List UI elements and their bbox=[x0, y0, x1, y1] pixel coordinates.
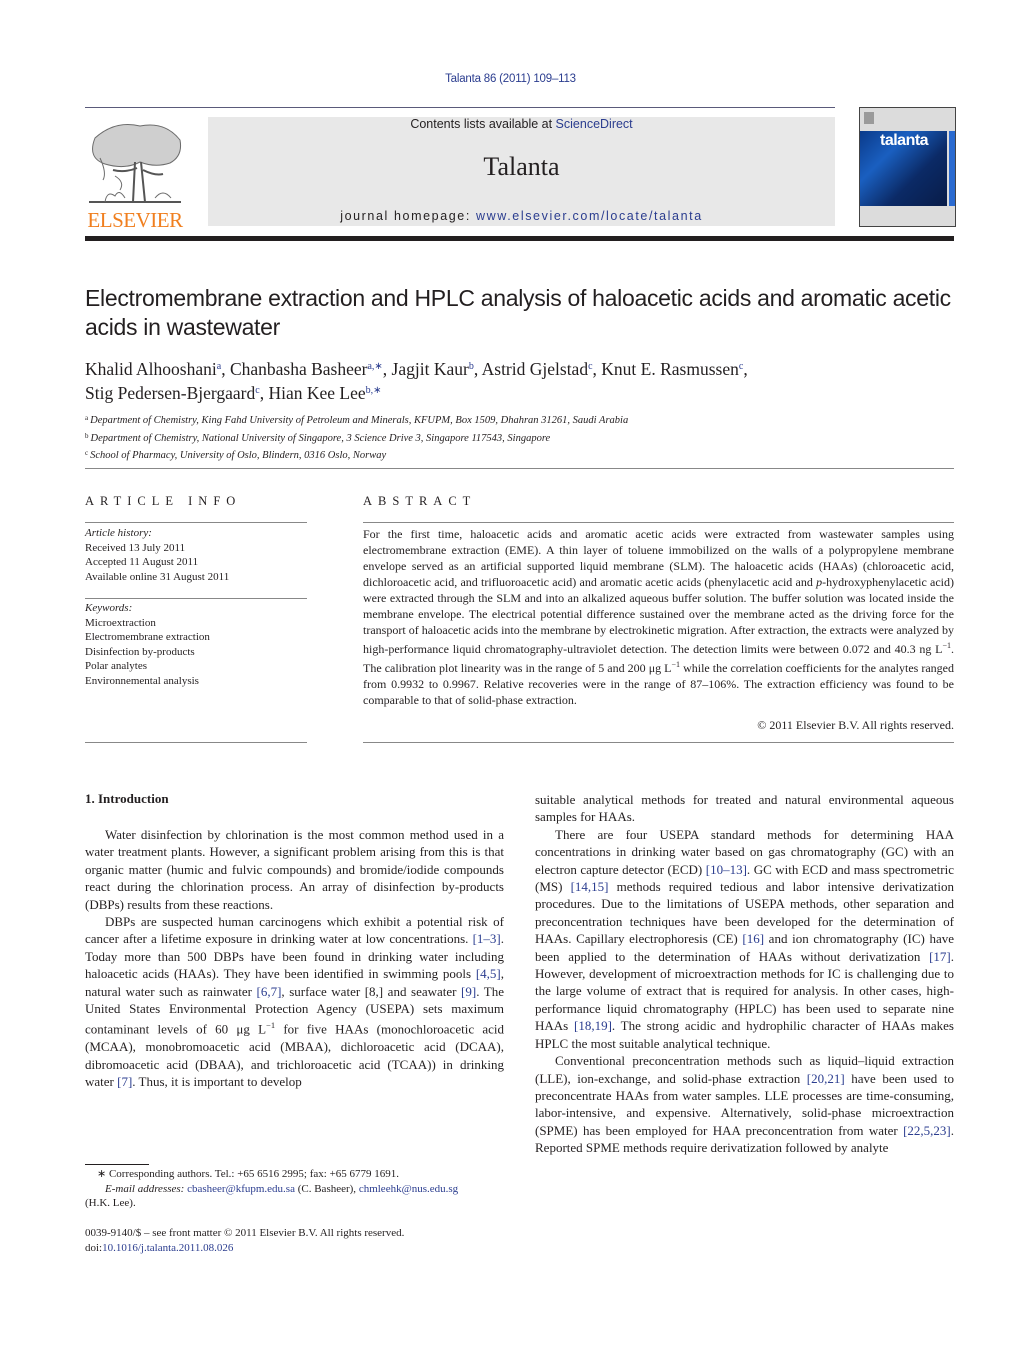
author[interactable]: Stig Pedersen-Bjergaard bbox=[85, 383, 255, 403]
author-affil-sup[interactable]: c bbox=[588, 361, 592, 372]
article-title: Electromembrane extraction and HPLC anal… bbox=[85, 285, 951, 340]
affiliation-rule bbox=[85, 468, 954, 469]
history-item: Available online 31 August 2011 bbox=[85, 570, 230, 583]
journal-cover-image: talanta bbox=[859, 107, 956, 227]
author[interactable]: Chanbasha Basheer bbox=[230, 359, 368, 379]
article-history: Article history: Received 13 July 2011 A… bbox=[85, 526, 307, 584]
citation-link[interactable]: [1–3] bbox=[473, 931, 501, 946]
cover-title: talanta bbox=[880, 132, 929, 149]
email-link[interactable]: chmleehk@nus.edu.sg bbox=[359, 1183, 458, 1195]
citation-link[interactable]: [7] bbox=[117, 1074, 132, 1089]
citation-link[interactable]: [22,5,23] bbox=[903, 1123, 951, 1138]
journal-reference[interactable]: Talanta 86 (2011) 109–113 bbox=[0, 73, 1021, 85]
citation-link[interactable]: [4,5] bbox=[476, 966, 501, 981]
keyword: Polar analytes bbox=[85, 660, 148, 672]
keyword: Environnemental analysis bbox=[85, 674, 199, 687]
citation-link[interactable]: [9] bbox=[461, 984, 476, 999]
divider bbox=[85, 598, 307, 599]
footnote-rule bbox=[85, 1164, 149, 1165]
article-info-heading: ARTICLE INFO bbox=[85, 494, 242, 508]
doi-link[interactable]: 10.1016/j.talanta.2011.08.026 bbox=[102, 1242, 233, 1254]
affiliation: c School of Pharmacy, University of Oslo,… bbox=[85, 446, 965, 464]
citation-link[interactable]: [17] bbox=[929, 949, 951, 964]
author-affil-sup[interactable]: c bbox=[255, 385, 259, 396]
author-list: Khalid Alhooshania, Chanbasha Basheera,∗… bbox=[85, 359, 748, 403]
abstract-text: For the first time, haloacetic acids and… bbox=[363, 526, 954, 708]
author-affil-sup[interactable]: a,∗ bbox=[367, 361, 382, 372]
superscript: −1 bbox=[942, 641, 951, 650]
corresponding-author-note: ∗ Corresponding authors. Tel.: +65 6516 … bbox=[97, 1168, 400, 1180]
affiliation-key: c bbox=[85, 449, 89, 457]
author[interactable]: Hian Kee Lee bbox=[268, 383, 365, 403]
divider bbox=[363, 522, 954, 523]
cover-band-edge bbox=[947, 131, 955, 206]
elsevier-wordmark: ELSEVIER bbox=[87, 208, 183, 232]
citation-link[interactable]: [14,15] bbox=[571, 879, 609, 894]
sciencedirect-link[interactable]: ScienceDirect bbox=[556, 117, 633, 131]
email-link[interactable]: cbasheer@kfupm.edu.sa bbox=[187, 1183, 295, 1195]
divider bbox=[363, 742, 954, 743]
author-affil-sup[interactable]: b bbox=[469, 361, 474, 372]
issn-line: 0039-9140/$ – see front matter © 2011 El… bbox=[85, 1227, 405, 1239]
affiliation-text: School of Pharmacy, University of Oslo, … bbox=[90, 450, 387, 461]
author[interactable]: Khalid Alhooshani bbox=[85, 359, 217, 379]
affiliation: a Department of Chemistry, King Fahd Univ… bbox=[85, 411, 965, 429]
affiliation-text: Department of Chemistry, King Fahd Unive… bbox=[90, 415, 629, 426]
affiliation-key: b bbox=[85, 431, 89, 440]
homepage-prefix: journal homepage: bbox=[340, 209, 477, 223]
homepage-link[interactable]: www.elsevier.com/locate/talanta bbox=[476, 209, 703, 223]
author[interactable]: Astrid Gjelstad bbox=[482, 359, 588, 379]
paragraph: suitable analytical methods for treated … bbox=[535, 792, 954, 825]
author-affil-sup[interactable]: c bbox=[739, 361, 743, 372]
contents-line: Contents lists available at ScienceDirec… bbox=[208, 117, 835, 131]
header-thick-rule bbox=[85, 236, 954, 241]
citation-link[interactable]: [20,21] bbox=[807, 1071, 845, 1086]
keyword: Microextraction bbox=[85, 616, 156, 629]
author-affil-sup[interactable]: b,∗ bbox=[366, 385, 382, 396]
citation-link[interactable]: [16] bbox=[742, 931, 764, 946]
paragraph: There are four USEPA standard methods fo… bbox=[535, 826, 955, 1051]
history-item: Accepted 11 August 2011 bbox=[85, 556, 199, 568]
divider bbox=[85, 742, 307, 743]
issn-block: 0039-9140/$ – see front matter © 2011 El… bbox=[85, 1226, 504, 1256]
cover-logo-icon bbox=[864, 112, 874, 124]
section-heading-introduction: 1. Introduction bbox=[85, 791, 169, 806]
abstract-copyright: © 2011 Elsevier B.V. All rights reserved… bbox=[757, 718, 954, 732]
header-rule bbox=[85, 107, 835, 108]
history-label: Article history: bbox=[85, 527, 152, 539]
paragraph: Conventional preconcentration methods su… bbox=[535, 1053, 954, 1156]
history-item: Received 13 July 2011 bbox=[85, 541, 186, 554]
contents-prefix: Contents lists available at bbox=[410, 117, 556, 131]
doi-line: doi:10.1016/j.talanta.2011.08.026 bbox=[85, 1241, 504, 1256]
affiliations: a Department of Chemistry, King Fahd Univ… bbox=[85, 411, 965, 464]
keyword: Disinfection by-products bbox=[85, 645, 195, 658]
affiliation: b Department of Chemistry, National Unive… bbox=[85, 429, 965, 447]
keyword: Electromembrane extraction bbox=[85, 631, 210, 643]
paragraph: Water disinfection by chlorination is th… bbox=[85, 827, 504, 912]
author-affil-sup[interactable]: a bbox=[217, 361, 221, 372]
footnotes: ∗ Corresponding authors. Tel.: +65 6516 … bbox=[85, 1167, 504, 1211]
body-column-left: Water disinfection by chlorination is th… bbox=[85, 826, 504, 1090]
citation-link[interactable]: [6,7] bbox=[256, 984, 281, 999]
author[interactable]: Jagjit Kaur bbox=[392, 359, 469, 379]
affiliation-text: Department of Chemistry, National Univer… bbox=[90, 432, 551, 444]
superscript: −1 bbox=[671, 660, 681, 669]
journal-homepage-line: journal homepage: www.elsevier.com/locat… bbox=[208, 209, 835, 223]
keywords-label: Keywords: bbox=[85, 602, 133, 614]
citation-link[interactable]: [10–13] bbox=[706, 862, 747, 877]
email-label: E-mail addresses: bbox=[105, 1182, 188, 1195]
affiliation-key: a bbox=[85, 414, 89, 422]
email-owner: (H.K. Lee). bbox=[85, 1197, 136, 1209]
body-column-right: suitable analytical methods for treated … bbox=[535, 791, 954, 1157]
paragraph: DBPs are suspected human carcinogens whi… bbox=[85, 914, 505, 1090]
email-owner: (C. Basheer), bbox=[294, 1182, 359, 1195]
doi-prefix: doi: bbox=[85, 1242, 103, 1254]
journal-name: Talanta bbox=[483, 152, 560, 181]
abstract-heading: ABSTRACT bbox=[363, 494, 477, 508]
keywords: Keywords: Microextraction Electromembran… bbox=[85, 601, 307, 688]
divider bbox=[85, 522, 307, 523]
author[interactable]: Knut E. Rasmussen bbox=[601, 359, 739, 379]
email-addresses: E-mail addresses: cbasheer@kfupm.edu.sa … bbox=[85, 1182, 504, 1197]
citation-link[interactable]: [18,19] bbox=[574, 1018, 612, 1033]
